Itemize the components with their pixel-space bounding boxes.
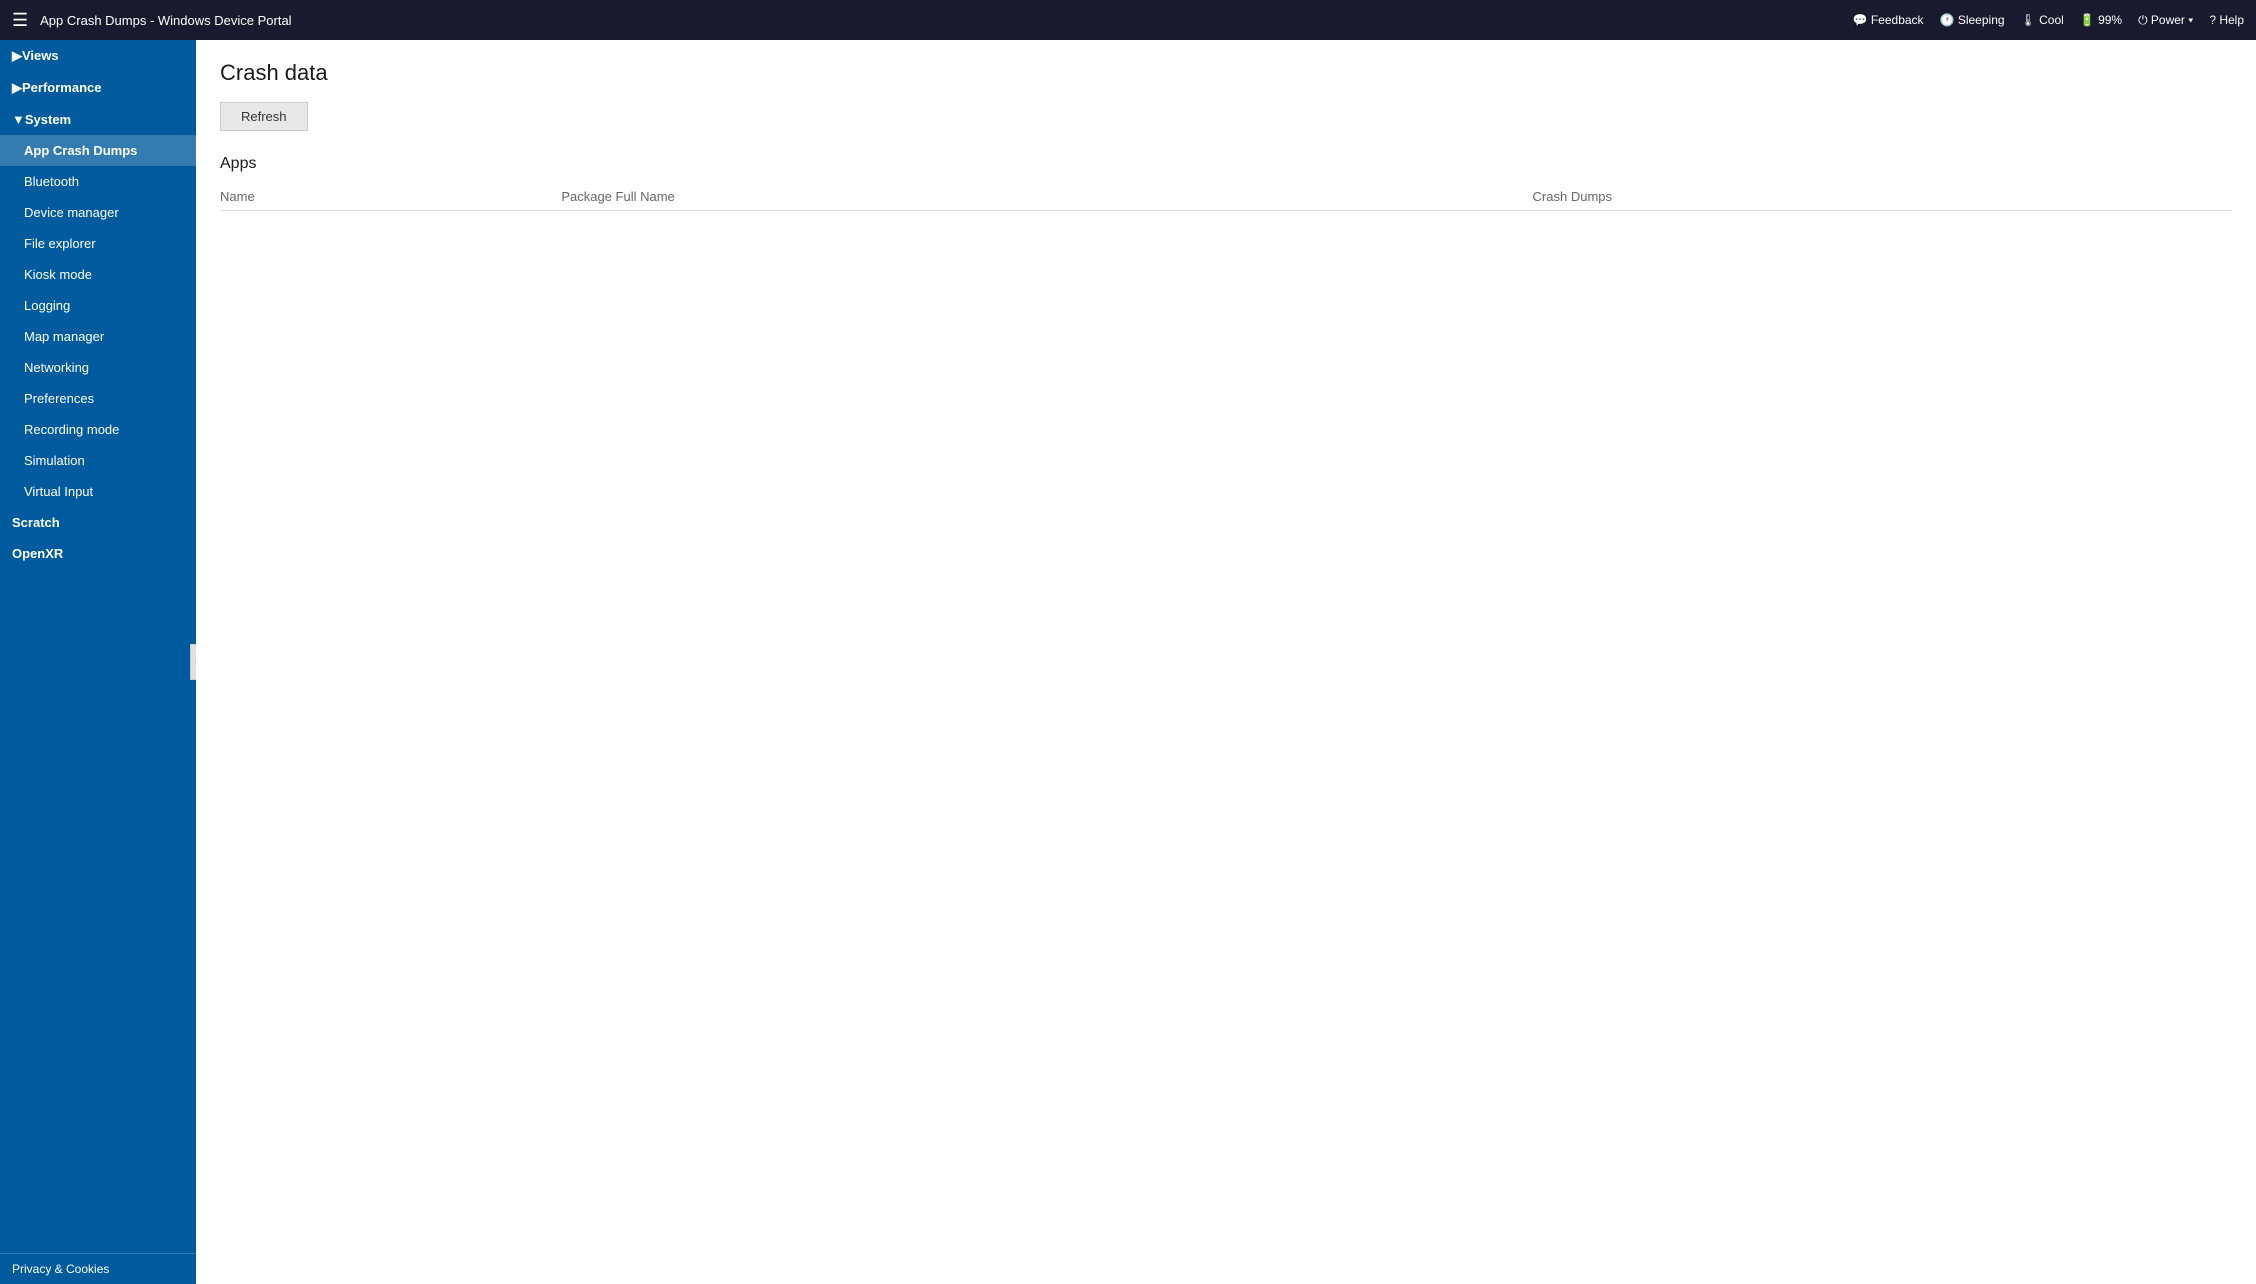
topbar-feedback[interactable]: 💬 Feedback	[1853, 13, 1924, 27]
col-package-full-name: Package Full Name	[561, 183, 1532, 211]
sidebar-item-logging[interactable]: Logging	[0, 290, 196, 321]
sidebar-item-app-crash-dumps[interactable]: App Crash Dumps	[0, 135, 196, 166]
main-content: Crash data Refresh Apps NamePackage Full…	[196, 40, 2256, 1284]
topbar-cool[interactable]: 🌡 Cool	[2021, 13, 2064, 27]
table-header-row: NamePackage Full NameCrash Dumps	[220, 183, 2232, 211]
sidebar-item-bluetooth[interactable]: Bluetooth	[0, 166, 196, 197]
refresh-button[interactable]: Refresh	[220, 102, 308, 131]
sidebar-section-openxr[interactable]: OpenXR	[0, 538, 196, 569]
sidebar-section-scratch[interactable]: Scratch	[0, 507, 196, 538]
topbar-actions: 💬 Feedback 🕐 Sleeping 🌡 Cool 🔋 99% ⏻ Power ▾…	[1853, 13, 2244, 28]
sidebar-item-kiosk-mode[interactable]: Kiosk mode	[0, 259, 196, 290]
topbar: ☰ App Crash Dumps - Windows Device Porta…	[0, 0, 2256, 40]
hamburger-menu[interactable]: ☰	[12, 10, 28, 31]
privacy-cookies-link[interactable]: Privacy & Cookies	[0, 1253, 196, 1284]
crash-data-heading: Crash data	[220, 60, 2232, 86]
crash-dumps-table: NamePackage Full NameCrash Dumps	[220, 183, 2232, 211]
sidebar-section-system[interactable]: ▼System	[0, 104, 196, 135]
sidebar-item-networking[interactable]: Networking	[0, 352, 196, 383]
sidebar-item-simulation[interactable]: Simulation	[0, 445, 196, 476]
sidebar-item-file-explorer[interactable]: File explorer	[0, 228, 196, 259]
col-name: Name	[220, 183, 561, 211]
sidebar-item-device-manager[interactable]: Device manager	[0, 197, 196, 228]
sidebar: ◀ ▶Views▶Performance▼SystemApp Crash Dum…	[0, 40, 196, 1284]
sidebar-item-map-manager[interactable]: Map manager	[0, 321, 196, 352]
sidebar-section-views[interactable]: ▶Views	[0, 40, 196, 72]
apps-section-title: Apps	[220, 155, 2232, 173]
topbar-battery[interactable]: 🔋 99%	[2080, 13, 2122, 27]
topbar-power[interactable]: ⏻ Power ▾	[2138, 13, 2193, 28]
topbar-sleeping[interactable]: 🕐 Sleeping	[1940, 13, 2005, 27]
sidebar-collapse-button[interactable]: ◀	[190, 644, 196, 680]
main-layout: ◀ ▶Views▶Performance▼SystemApp Crash Dum…	[0, 40, 2256, 1284]
topbar-help[interactable]: ? Help	[2209, 13, 2244, 27]
col-crash-dumps: Crash Dumps	[1533, 183, 2232, 211]
sidebar-item-virtual-input[interactable]: Virtual Input	[0, 476, 196, 507]
page-title-bar: App Crash Dumps - Windows Device Portal	[40, 13, 1852, 28]
sidebar-item-recording-mode[interactable]: Recording mode	[0, 414, 196, 445]
sidebar-section-performance[interactable]: ▶Performance	[0, 72, 196, 104]
sidebar-item-preferences[interactable]: Preferences	[0, 383, 196, 414]
table-header: NamePackage Full NameCrash Dumps	[220, 183, 2232, 211]
